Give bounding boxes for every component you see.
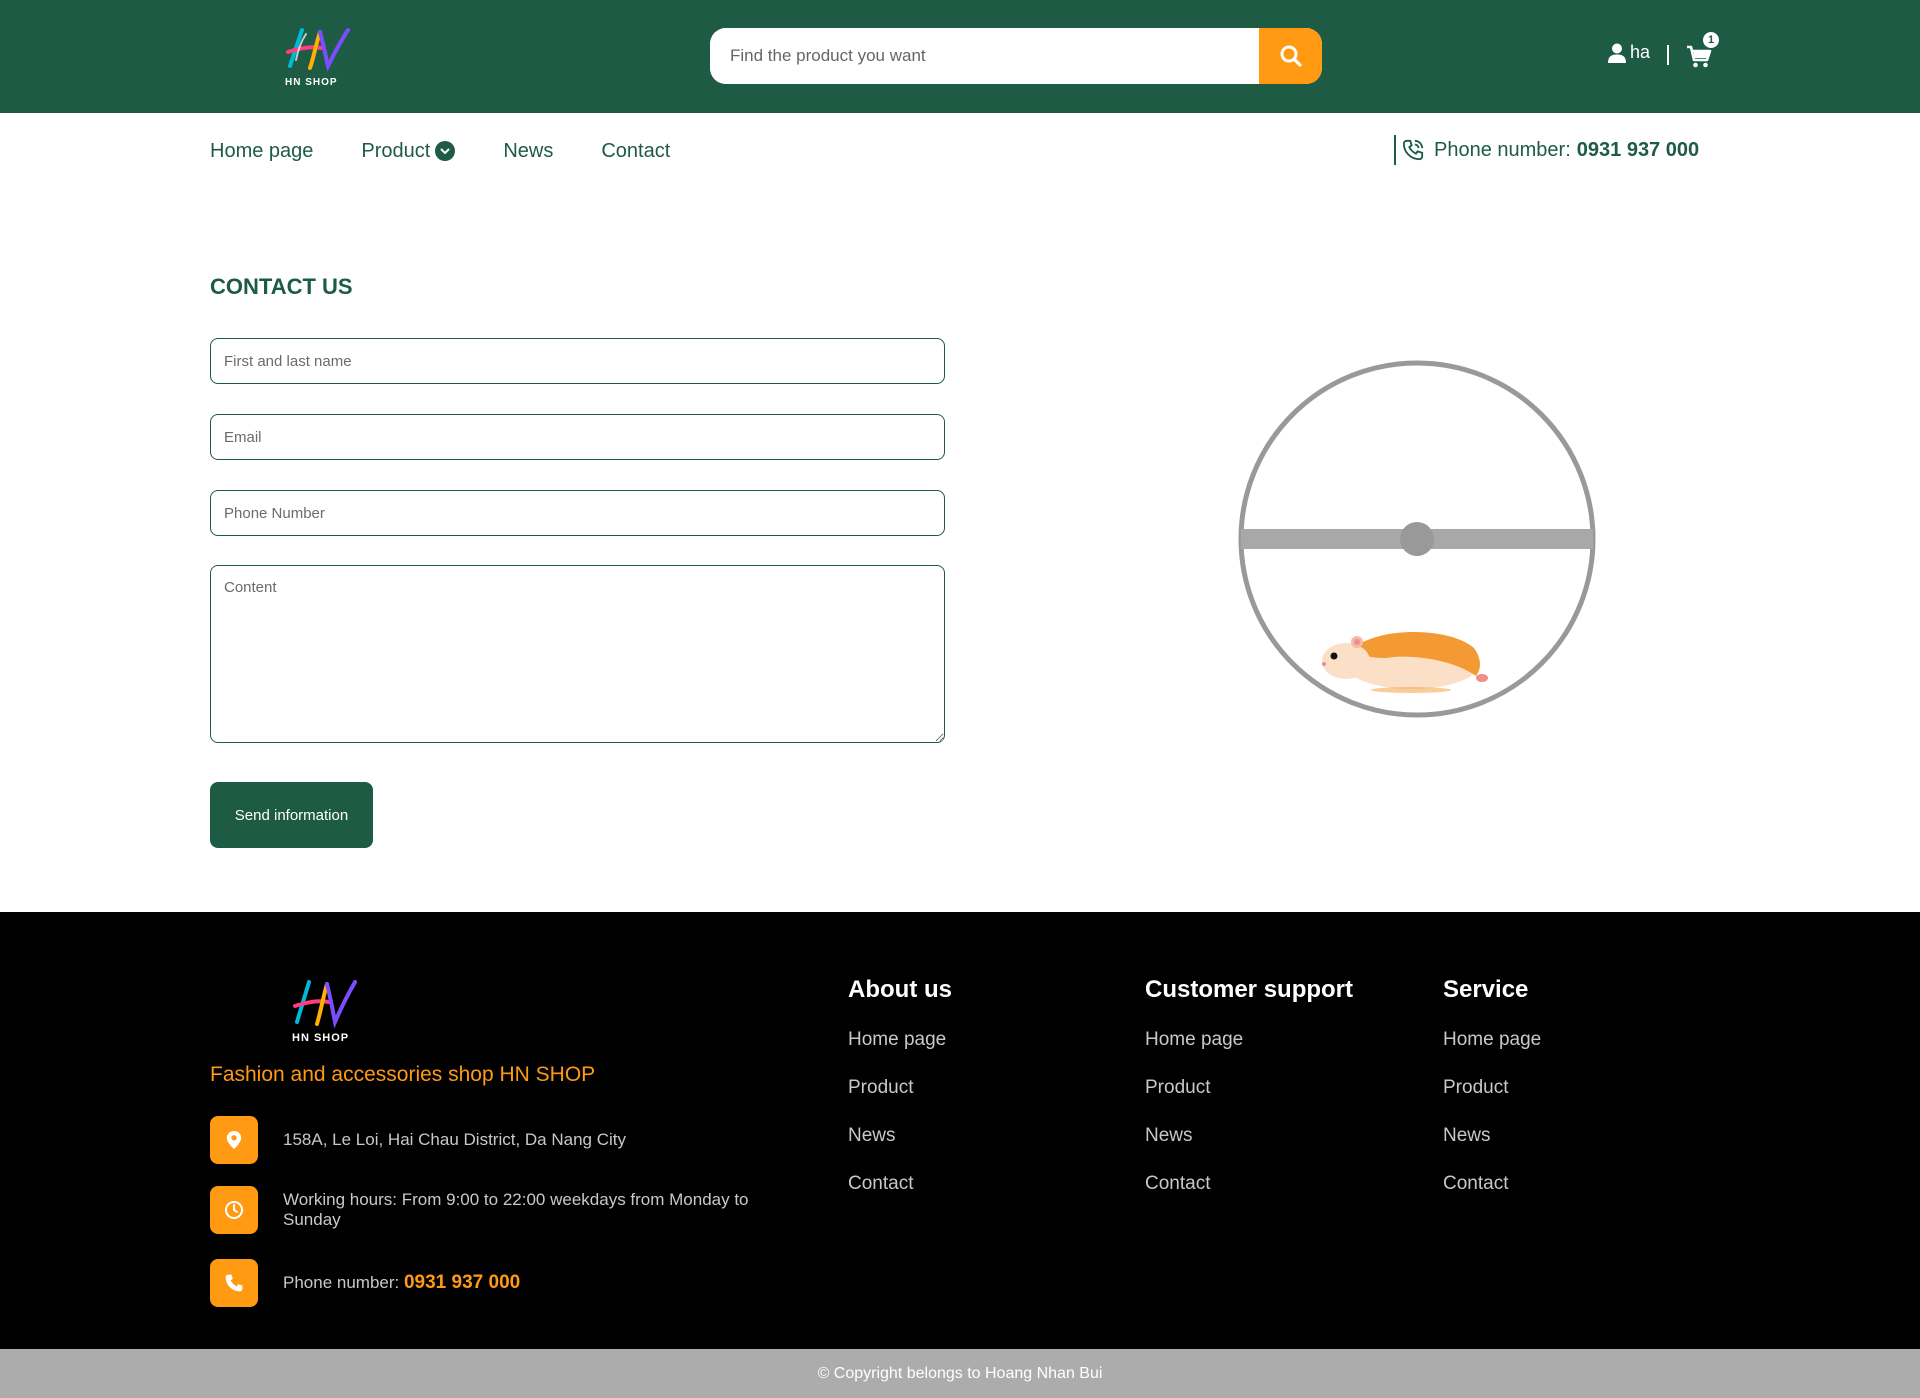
footer-col-title: Customer support — [1145, 976, 1354, 1003]
footer-col-title: About us — [848, 976, 952, 1003]
location-icon — [210, 1116, 258, 1164]
phone-icon — [210, 1259, 258, 1307]
copyright-bar: © Copyright belongs to Hoang Nhan Bui — [0, 1349, 1920, 1398]
footer-col-support: Customer support Home page Product News … — [1145, 976, 1353, 1220]
hours-text: Working hours: From 9:00 to 22:00 weekda… — [283, 1190, 749, 1229]
hamster-illustration — [1322, 631, 1488, 693]
user-icon — [1608, 43, 1626, 63]
nav-item-home[interactable]: Home page — [210, 140, 313, 163]
cart-count-badge: 1 — [1703, 32, 1719, 48]
nav-item-contact[interactable]: Contact — [601, 140, 670, 163]
clock-icon — [210, 1186, 258, 1234]
search-icon — [1280, 45, 1302, 67]
email-field[interactable] — [210, 414, 945, 460]
search-input[interactable] — [710, 28, 1259, 84]
content-field[interactable] — [210, 565, 945, 743]
nav-item-product[interactable]: Product — [361, 139, 456, 163]
footer-link-product[interactable]: Product — [1145, 1076, 1353, 1124]
footer: HN SHOP Fashion and accessories shop HN … — [0, 912, 1920, 1349]
user-account[interactable]: ha — [1608, 42, 1650, 63]
header-phone-number[interactable]: 0931 937 000 — [1577, 139, 1699, 162]
search-bar — [710, 28, 1322, 84]
name-field[interactable] — [210, 338, 945, 384]
footer-link-home[interactable]: Home page — [1145, 1028, 1353, 1076]
footer-phone-number[interactable]: 0931 937 000 — [404, 1272, 520, 1293]
footer-link-news[interactable]: News — [1443, 1124, 1541, 1172]
logo-mark — [286, 28, 350, 72]
header-phone-label: Phone number: — [1434, 138, 1571, 161]
phone-divider — [1394, 135, 1396, 165]
footer-logo-text: HN SHOP — [292, 1032, 350, 1044]
footer-link-contact[interactable]: Contact — [848, 1172, 952, 1220]
footer-phone-label: Phone number: — [283, 1273, 400, 1292]
footer-phone-text: Phone number: 0931 937 000 — [283, 1273, 783, 1293]
footer-address: 158A, Le Loi, Hai Chau District, Da Nang… — [210, 1116, 783, 1164]
logo-text: HN SHOP — [285, 77, 338, 88]
footer-hours: Working hours: From 9:00 to 22:00 weekda… — [210, 1186, 783, 1234]
footer-col-about: About us Home page Product News Contact — [848, 976, 952, 1220]
contact-title: CONTACT US — [210, 274, 353, 299]
hamster-wheel-loader — [1238, 360, 1596, 718]
address-text: 158A, Le Loi, Hai Chau District, Da Nang… — [283, 1130, 626, 1149]
main-nav: Home page Product News Contact — [210, 136, 718, 166]
footer-link-home[interactable]: Home page — [1443, 1028, 1541, 1076]
footer-phone: Phone number: 0931 937 000 — [210, 1259, 783, 1307]
search-button[interactable] — [1259, 28, 1322, 84]
footer-link-product[interactable]: Product — [1443, 1076, 1541, 1124]
send-information-button[interactable]: Send information — [210, 782, 373, 848]
cart-icon — [1687, 45, 1712, 68]
header-divider — [1667, 45, 1669, 65]
footer-link-home[interactable]: Home page — [848, 1028, 952, 1076]
footer-link-news[interactable]: News — [1145, 1124, 1353, 1172]
header-phone: Phone number: 0931 937 000 — [1394, 134, 1699, 166]
footer-col-title: Service — [1443, 976, 1529, 1003]
nav-item-product-label: Product — [361, 139, 431, 162]
chevron-down-icon — [435, 141, 456, 161]
user-name: ha — [1630, 42, 1651, 62]
nav-item-news[interactable]: News — [503, 140, 553, 163]
footer-logo-mark — [293, 980, 357, 1028]
top-header: HN SHOP ha 1 — [0, 0, 1920, 113]
footer-link-product[interactable]: Product — [848, 1076, 952, 1124]
footer-col-service: Service Home page Product News Contact — [1443, 976, 1541, 1220]
footer-link-contact[interactable]: Contact — [1145, 1172, 1353, 1220]
logo[interactable]: HN SHOP — [282, 26, 352, 88]
footer-link-contact[interactable]: Contact — [1443, 1172, 1541, 1220]
footer-tagline: Fashion and accessories shop HN SHOP — [210, 1063, 596, 1086]
phone-icon — [1402, 139, 1424, 161]
phone-field[interactable] — [210, 490, 945, 536]
cart-button[interactable]: 1 — [1686, 32, 1719, 70]
footer-logo[interactable]: HN SHOP — [289, 978, 359, 1058]
footer-link-news[interactable]: News — [848, 1124, 952, 1172]
